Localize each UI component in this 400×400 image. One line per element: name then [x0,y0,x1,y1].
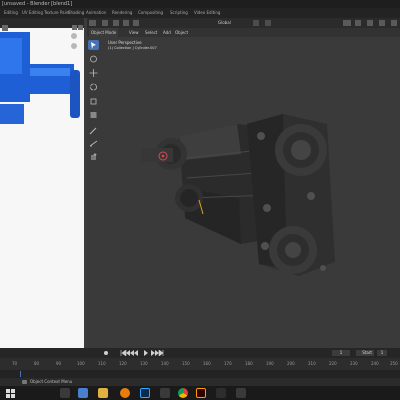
app-icon[interactable] [236,388,246,398]
ruler-tick: 210 [308,361,316,366]
tab-rendering[interactable]: Rendering [112,8,132,18]
tab-uv-editing[interactable]: UV Editing [22,8,43,18]
transform-tool-icon[interactable] [88,110,99,120]
viewport-menu-bar: Object Mode View Select Add Object [87,28,400,37]
ruler-tick: 80 [34,361,40,366]
chrome-icon[interactable] [178,388,188,398]
photoshop-icon[interactable] [140,388,150,398]
annotate-tool-icon[interactable] [88,126,99,136]
3d-viewport[interactable] [87,18,400,348]
ruler-tick: 90 [56,361,62,366]
play-icon[interactable] [144,350,148,356]
task-view-icon[interactable] [60,388,70,398]
timeline-header: 1 Start 1 [0,348,400,358]
menu-select[interactable]: Select [145,28,157,37]
cursor-tool-icon[interactable] [88,54,99,64]
playhead-marker[interactable] [20,371,21,377]
viewport-header: Global [87,18,400,28]
mail-icon[interactable] [78,388,88,398]
ruler-tick: 130 [140,361,148,366]
ruler-tick: 170 [224,361,232,366]
measure-tool-icon[interactable] [88,138,99,148]
add-cube-tool-icon[interactable] [88,152,99,162]
tool-shelf [87,38,100,164]
collection-label: (1) Collection | Cylinder.007 [108,46,157,50]
tab-scripting[interactable]: Scripting [170,8,188,18]
proportional-edit-icon[interactable] [265,20,271,26]
ruler-tick: 200 [287,361,295,366]
status-context-menu: Object Context Menu [30,379,73,384]
tab-shading[interactable]: Shading [68,8,84,18]
workspace-tabs-bar: Editing UV Editing Texture Paint Shading… [0,8,400,18]
blender-icon[interactable] [120,388,130,398]
windows-start-icon[interactable] [6,389,15,398]
perspective-label: User Perspective [108,40,142,45]
illustrator-icon[interactable] [196,388,206,398]
ruler-tick: 120 [119,361,127,366]
jump-start-icon[interactable] [120,350,127,356]
ruler-tick: 220 [329,361,337,366]
ruler-tick: 240 [371,361,379,366]
reference-render-image [0,32,80,124]
current-frame-field[interactable]: 1 [332,350,350,356]
scale-tool-icon[interactable] [88,96,99,106]
window-title-bar: [unsaved - Blender [blend1] [0,0,400,8]
transform-orientation-select[interactable]: Global [218,18,231,28]
tab-animation[interactable]: Animation [86,8,106,18]
timeline-ruler[interactable]: 70 80 90 100 110 120 130 140 150 160 170… [0,358,400,370]
ruler-tick: 100 [77,361,85,366]
ruler-tick: 150 [182,361,190,366]
playback-controls [120,350,164,356]
ruler-tick: 110 [98,361,106,366]
ruler-tick: 160 [203,361,211,366]
folder-icon[interactable] [98,388,108,398]
timeline-scrubber[interactable] [0,370,400,378]
reference-panel-header [0,18,86,31]
move-tool-icon[interactable] [88,68,99,78]
tab-compositing[interactable]: Compositing [138,8,163,18]
start-frame-value[interactable]: 1 [377,350,387,356]
record-icon[interactable] [104,351,108,355]
menu-add[interactable]: Add [163,28,171,37]
ruler-tick: 180 [245,361,253,366]
store-icon[interactable] [160,388,170,398]
ruler-tick: 230 [350,361,358,366]
mode-select[interactable]: Object Mode [89,28,119,37]
cylinder-mechanism-model [141,114,335,276]
tab-video-editing[interactable]: Video Editing [194,8,220,18]
snap-icon[interactable] [253,20,259,26]
select-tool-icon[interactable] [88,40,99,50]
start-frame-label[interactable]: Start [356,350,374,356]
prev-keyframe-icon[interactable] [126,350,134,356]
tab-texture-paint[interactable]: Texture Paint [44,8,70,18]
ruler-tick: 70 [12,361,18,366]
menu-view[interactable]: View [129,28,139,37]
ruler-tick: 190 [266,361,274,366]
reference-image-panel [0,18,86,348]
ruler-tick: 250 [390,361,398,366]
play-reverse-icon[interactable] [134,350,138,356]
windows-taskbar [0,386,400,400]
tab-editing[interactable]: Editing [4,8,18,18]
rotate-tool-icon[interactable] [88,82,99,92]
window-title: [unsaved - Blender [blend1] [2,1,73,7]
jump-end-icon[interactable] [158,350,164,356]
app-icon[interactable] [216,388,226,398]
next-keyframe-icon[interactable] [151,350,159,356]
menu-object[interactable]: Object [175,28,188,37]
ruler-tick: 140 [161,361,169,366]
status-bar: Object Context Menu [0,378,400,386]
mouse-icon [22,380,27,384]
